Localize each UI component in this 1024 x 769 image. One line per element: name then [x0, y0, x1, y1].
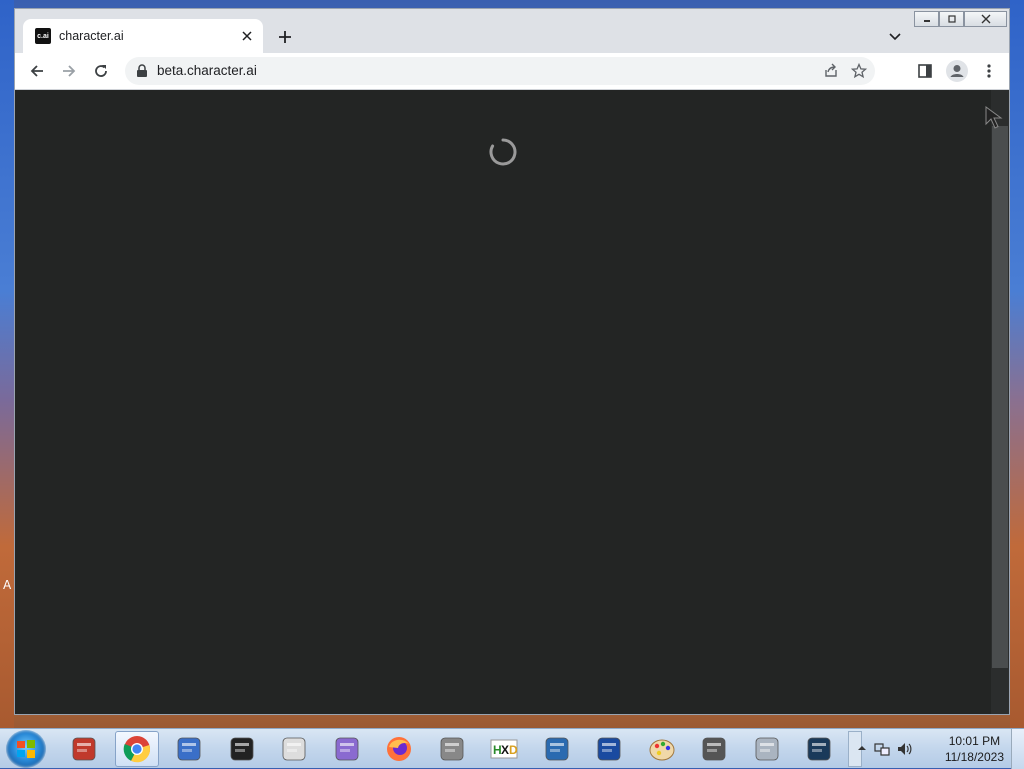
solitaire-icon — [282, 737, 306, 761]
mouse-cursor-icon — [985, 106, 1003, 129]
taskbar-app-hxd[interactable]: HXD — [482, 731, 526, 767]
scrollbar-thumb[interactable] — [992, 126, 1008, 668]
taskbar-app-firefox[interactable] — [377, 731, 421, 767]
desktop-background-left — [0, 0, 14, 728]
network-icon[interactable] — [874, 741, 890, 757]
paint-icon — [649, 739, 674, 761]
tab-strip: c.ai character.ai — [15, 9, 1009, 53]
start-button[interactable] — [6, 730, 46, 768]
minimize-button[interactable] — [914, 11, 939, 27]
clock-date: 11/18/2023 — [944, 750, 1004, 764]
tab-favicon: c.ai — [35, 28, 51, 44]
minimize-icon — [923, 20, 930, 22]
phone-app-icon — [807, 737, 831, 761]
tab-close-icon[interactable] — [239, 28, 255, 44]
reload-icon — [95, 65, 107, 77]
firefox-icon — [387, 737, 411, 761]
browser-window: c.ai character.ai beta.character.ai — [14, 8, 1010, 715]
restore-icon — [947, 15, 956, 23]
clock-time: 10:01 PM — [948, 734, 1001, 748]
bookmark-button[interactable] — [849, 61, 869, 81]
taskbar-app-magic-hat[interactable] — [220, 731, 264, 767]
taskbar-app-file-manager[interactable] — [62, 731, 106, 767]
more-vert-icon — [987, 64, 991, 78]
page-content — [15, 90, 1009, 714]
notes-app-icon — [335, 737, 358, 761]
taskbar-clock[interactable]: 10:01 PM 11/18/2023 — [945, 733, 1004, 765]
close-icon — [981, 14, 990, 24]
taskbar: HXD 10:01 PM 11/18/2023 — [0, 728, 1024, 769]
tab-title: character.ai — [59, 29, 124, 43]
browser-menu-button[interactable] — [977, 59, 1001, 83]
volume-icon[interactable] — [896, 741, 912, 757]
loading-spinner-icon — [489, 138, 517, 166]
share-icon — [825, 63, 837, 77]
forward-button[interactable] — [57, 59, 81, 83]
svg-text:X: X — [501, 743, 509, 757]
show-hidden-icons-icon[interactable] — [856, 741, 868, 755]
show-desktop-button[interactable] — [1011, 729, 1024, 769]
taskbar-app-solitaire[interactable] — [272, 731, 316, 767]
document-app-icon — [755, 737, 778, 761]
magic-hat-icon — [230, 737, 253, 761]
file-manager-icon — [72, 737, 96, 761]
taskbar-app-document-app[interactable] — [745, 731, 789, 767]
share-button[interactable] — [821, 61, 841, 81]
side-panel-icon — [918, 64, 932, 78]
arrow-left-icon — [30, 65, 43, 77]
taskbar-app-notes-app[interactable] — [325, 731, 369, 767]
reload-button[interactable] — [89, 59, 113, 83]
browser-toolbar: beta.character.ai — [15, 53, 1009, 90]
url-text[interactable]: beta.character.ai — [157, 63, 257, 78]
restore-button[interactable] — [939, 11, 964, 27]
taskbar-app-photos[interactable] — [692, 731, 736, 767]
taskbar-app-chrome[interactable] — [114, 731, 159, 767]
back-button[interactable] — [25, 59, 49, 83]
chevron-down-icon — [889, 33, 901, 41]
avatar-icon — [946, 60, 968, 82]
new-tab-button[interactable] — [273, 25, 297, 49]
settings-app-icon — [177, 737, 201, 761]
hxd-icon: HXD — [490, 739, 518, 759]
plus-icon — [279, 31, 291, 43]
chrome-icon — [123, 736, 150, 763]
taskbar-app-phone-app[interactable] — [797, 731, 841, 767]
side-panel-button[interactable] — [913, 59, 937, 83]
taskbar-app-settings-app[interactable] — [167, 731, 211, 767]
taskbar-app-remote-desktop[interactable] — [535, 731, 579, 767]
arrow-right-icon — [63, 65, 76, 77]
star-icon — [851, 63, 867, 79]
window-controls — [914, 11, 1007, 27]
taskbar-app-paint[interactable] — [640, 731, 684, 767]
photos-icon — [702, 737, 726, 761]
taskbar-app-network-app[interactable] — [587, 731, 631, 767]
script-app-icon — [440, 737, 463, 761]
desktop-edge-label: A — [3, 578, 12, 592]
desktop-background-right — [1010, 0, 1024, 728]
close-window-button[interactable] — [964, 11, 1007, 27]
svg-text:D: D — [509, 743, 518, 757]
address-bar[interactable]: beta.character.ai — [125, 57, 875, 85]
tab-search-button[interactable] — [883, 25, 907, 49]
profile-button[interactable] — [945, 59, 969, 83]
lock-icon[interactable] — [135, 64, 149, 78]
tab-character-ai[interactable]: c.ai character.ai — [23, 19, 263, 53]
system-tray: 10:01 PM 11/18/2023 — [854, 729, 1024, 769]
network-app-icon — [597, 737, 621, 761]
windows-logo-icon — [17, 740, 35, 758]
page-scrollbar[interactable] — [991, 90, 1009, 714]
taskbar-app-script-app[interactable] — [430, 731, 474, 767]
remote-desktop-icon — [545, 737, 568, 761]
